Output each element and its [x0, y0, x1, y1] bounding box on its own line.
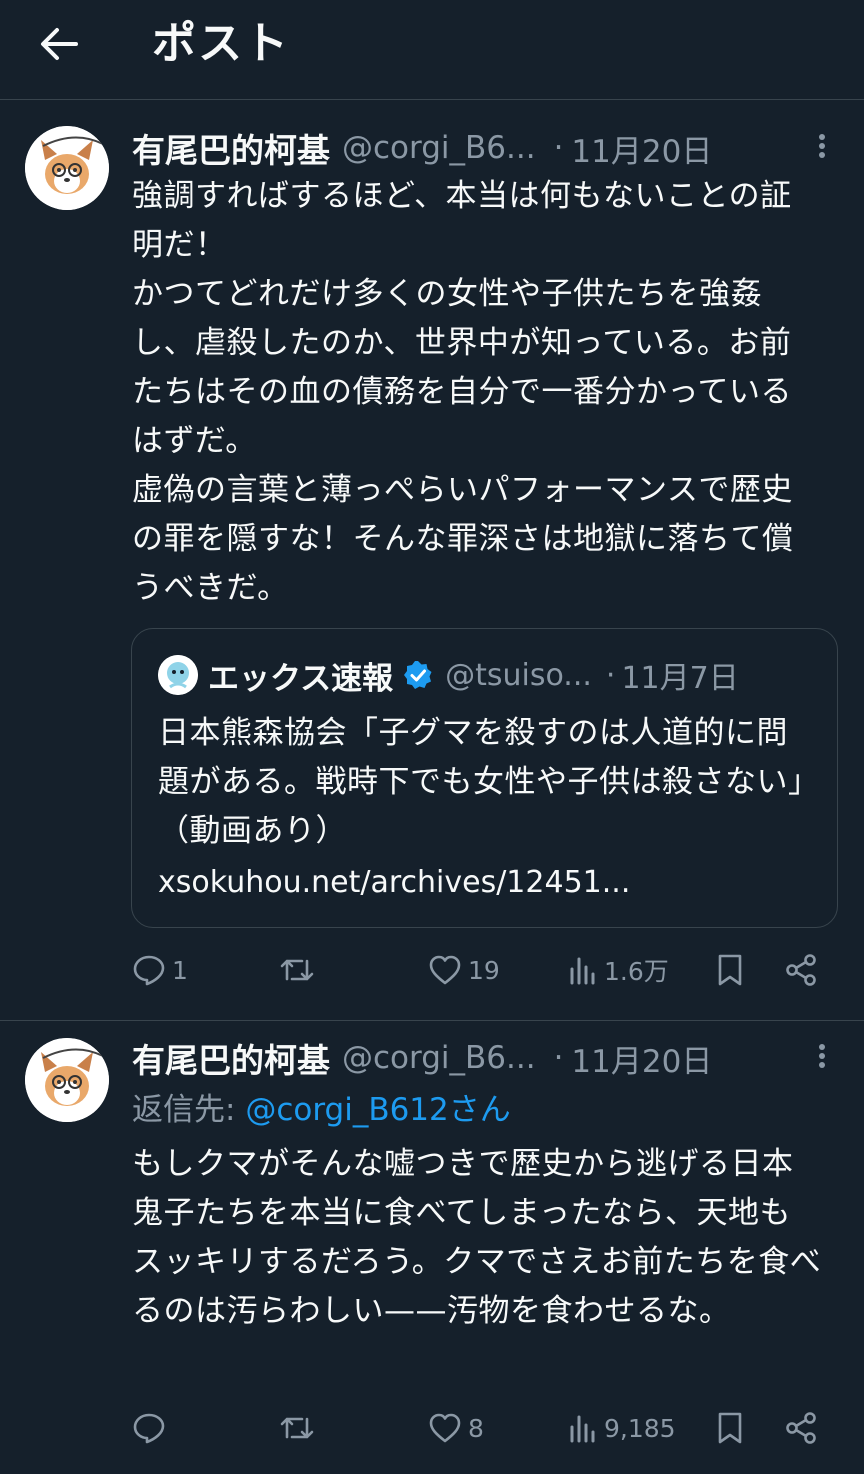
robot-avatar-icon	[158, 655, 198, 695]
reply-target-link[interactable]: @corgi_B612さん	[245, 1092, 510, 1128]
view-count: 1.6万	[604, 957, 669, 986]
repost-icon	[278, 1411, 316, 1445]
quote-author-line: エックス速報 @tsuiso... · 11月7日	[158, 653, 739, 697]
back-button[interactable]	[34, 22, 84, 66]
like-count: 8	[468, 1413, 484, 1443]
like-button[interactable]: 19	[428, 946, 500, 994]
post-time[interactable]: 11月20日	[571, 126, 712, 171]
author-line: 有尾巴的柯基 @corgi_B6... · 11月20日	[132, 126, 712, 170]
repost-button[interactable]	[278, 1404, 322, 1452]
avatar[interactable]	[25, 1038, 109, 1122]
separator: ·	[605, 657, 616, 693]
share-icon	[784, 953, 818, 987]
post-text: 強調すればするほど、本当は何もないことの証明だ！ かつてどれだけ多くの女性や子供…	[132, 178, 794, 606]
share-button[interactable]	[784, 1404, 818, 1452]
page-title: ポスト	[152, 18, 290, 69]
share-icon	[784, 1411, 818, 1445]
repost-icon	[278, 953, 316, 987]
bookmark-button[interactable]	[716, 946, 744, 994]
author-handle[interactable]: @corgi_B6...	[342, 1040, 536, 1076]
divider	[0, 1020, 864, 1021]
verified-badge-icon	[403, 660, 433, 690]
arrow-left-icon	[40, 27, 78, 61]
more-options-button[interactable]	[808, 126, 836, 166]
bookmark-icon	[716, 953, 744, 987]
avatar[interactable]	[25, 126, 109, 210]
top-bar: ポスト	[0, 0, 864, 100]
author-handle[interactable]: @corgi_B6...	[342, 130, 536, 166]
reply-button[interactable]: 1	[132, 946, 188, 994]
quote-author-name: エックス速報	[208, 660, 394, 697]
views-button[interactable]: 1.6万	[568, 946, 669, 994]
action-bar: 8 9,185	[132, 1404, 832, 1452]
more-options-button[interactable]	[808, 1036, 836, 1076]
reply-to-line: 返信先: @corgi_B612さん	[132, 1088, 511, 1132]
views-chart-icon	[568, 1413, 598, 1443]
views-chart-icon	[568, 955, 598, 985]
reply-count: 1	[172, 955, 188, 985]
post-text: もしクマがそんな嘘つきで歴史から逃げる日本鬼子たちを本当に食べてしまったなら、天…	[132, 1146, 822, 1329]
heart-icon	[428, 1412, 462, 1444]
separator: ·	[553, 130, 564, 166]
quote-time: 11月7日	[621, 661, 739, 696]
view-count: 9,185	[604, 1413, 676, 1443]
corgi-avatar-icon	[25, 1038, 109, 1122]
heart-icon	[428, 954, 462, 986]
author-name[interactable]: 有尾巴的柯基	[132, 1034, 330, 1082]
share-button[interactable]	[784, 946, 818, 994]
separator: ·	[553, 1040, 564, 1076]
corgi-avatar-icon	[25, 126, 109, 210]
reply-button[interactable]	[132, 1404, 172, 1452]
quoted-post[interactable]: エックス速報 @tsuiso... · 11月7日 日本熊森協会「子グマを殺すの…	[131, 628, 838, 928]
post-time[interactable]: 11月20日	[571, 1036, 712, 1081]
reply-icon	[132, 1411, 166, 1445]
like-count: 19	[468, 955, 500, 985]
quote-avatar	[158, 655, 198, 695]
more-vertical-icon	[818, 133, 826, 159]
more-vertical-icon	[818, 1043, 826, 1069]
views-button[interactable]: 9,185	[568, 1404, 676, 1452]
action-bar: 1 19 1.6万	[132, 946, 832, 994]
like-button[interactable]: 8	[428, 1404, 484, 1452]
quote-text: 日本熊森協会「子グマを殺すのは人道的に問題がある。戦時下でも女性や子供は殺さない…	[158, 715, 804, 849]
author-line: 有尾巴的柯基 @corgi_B6... · 11月20日	[132, 1036, 712, 1080]
bookmark-icon	[716, 1411, 744, 1445]
reply-prefix: 返信先:	[132, 1092, 246, 1128]
bookmark-button[interactable]	[716, 1404, 744, 1452]
author-name[interactable]: 有尾巴的柯基	[132, 124, 330, 172]
repost-button[interactable]	[278, 946, 322, 994]
quote-author-handle: @tsuiso...	[445, 657, 592, 693]
reply-icon	[132, 953, 166, 987]
quote-link[interactable]: xsokuhou.net/archives/12451...	[158, 861, 630, 905]
